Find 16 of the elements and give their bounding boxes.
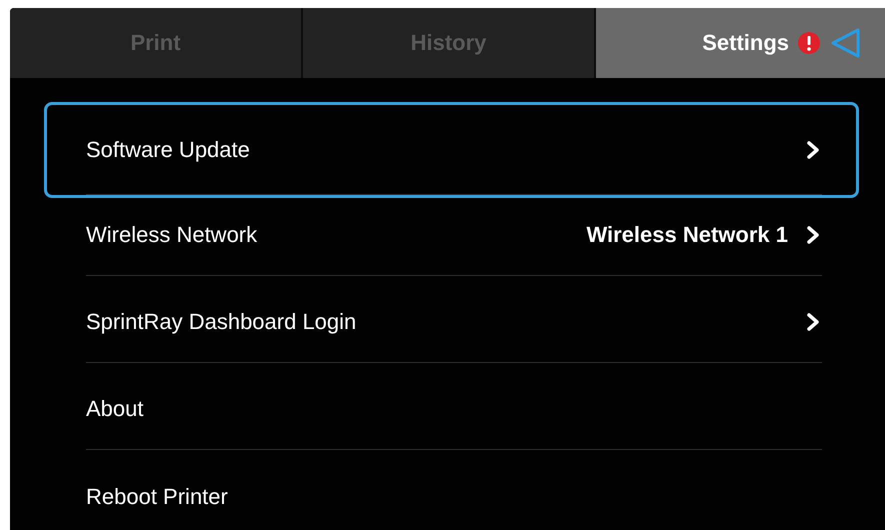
menu-item[interactable]: About: [86, 369, 822, 450]
item-label: Reboot Printer: [86, 484, 229, 510]
menu-item[interactable]: Software Update: [44, 102, 859, 198]
pointer-icon: [829, 27, 861, 59]
menu-item[interactable]: SprintRay Dashboard Login: [86, 282, 822, 363]
item-value: Wireless Network 1: [586, 222, 788, 248]
item-label: Wireless Network: [86, 222, 258, 248]
item-label: About: [86, 396, 144, 422]
chevron-icon: [806, 312, 820, 332]
chevron-icon: [806, 225, 820, 245]
item-label: SprintRay Dashboard Login: [86, 309, 358, 335]
menu-item[interactable]: Wireless Network Wireless Network 1: [86, 195, 822, 276]
menu-item[interactable]: Reboot Printer: [86, 456, 822, 530]
item-label: Software Update: [86, 136, 251, 162]
chevron-icon: [806, 140, 820, 160]
tab[interactable]: Settings: [596, 8, 885, 78]
